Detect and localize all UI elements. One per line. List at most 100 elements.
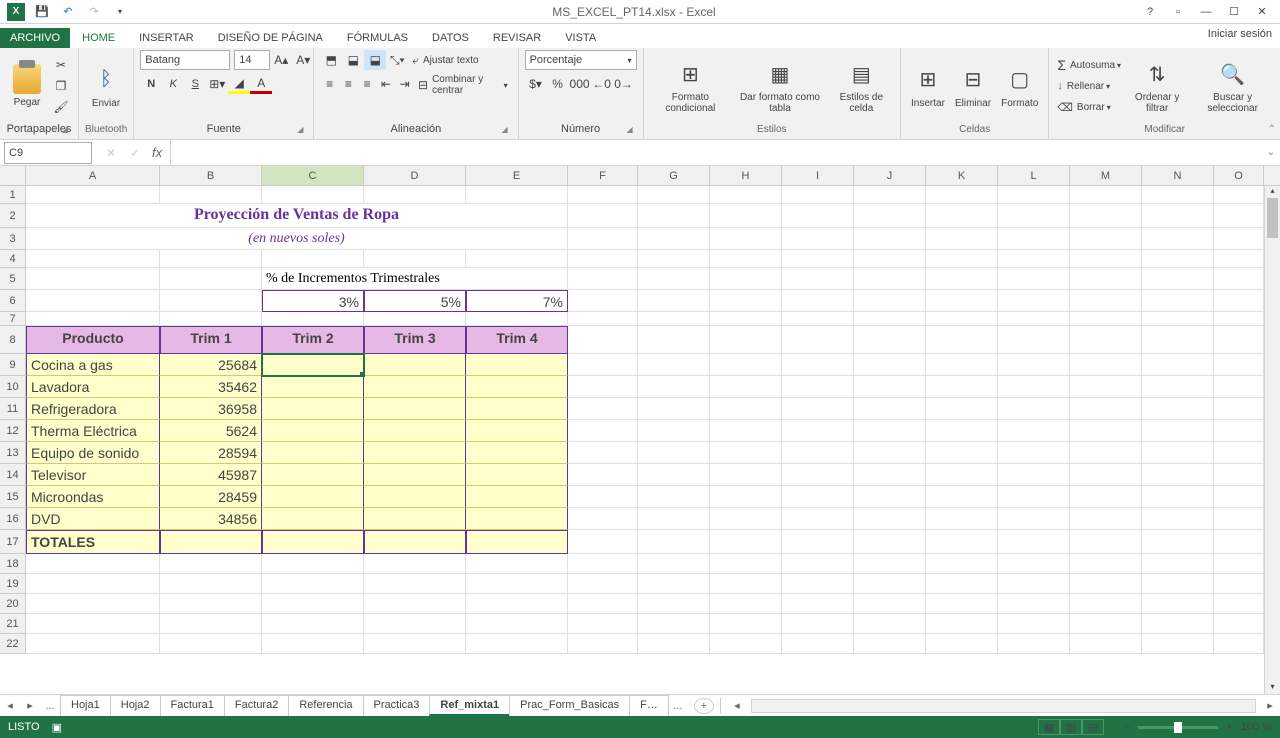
- trim3-cell[interactable]: [364, 442, 466, 464]
- trim3-cell[interactable]: [364, 420, 466, 442]
- customize-qat-button[interactable]: ▾: [108, 2, 132, 22]
- cell[interactable]: [638, 312, 710, 326]
- cell[interactable]: [26, 614, 160, 634]
- cell[interactable]: [1142, 634, 1214, 654]
- cell[interactable]: [926, 186, 998, 204]
- sheet-nav-more[interactable]: ...: [40, 700, 60, 712]
- cell[interactable]: [710, 326, 782, 354]
- cell[interactable]: [638, 376, 710, 398]
- cell[interactable]: [262, 312, 364, 326]
- cell[interactable]: [160, 268, 262, 290]
- cell[interactable]: [638, 186, 710, 204]
- cell[interactable]: [854, 614, 926, 634]
- cell[interactable]: [568, 326, 638, 354]
- cell[interactable]: [1070, 326, 1142, 354]
- sheet-nav-overflow[interactable]: ...: [668, 700, 688, 712]
- cell[interactable]: [926, 464, 998, 486]
- cell[interactable]: [926, 634, 998, 654]
- cell[interactable]: [568, 376, 638, 398]
- cell[interactable]: [1142, 250, 1214, 268]
- macro-record-icon[interactable]: ▣: [52, 721, 62, 734]
- cell[interactable]: [710, 268, 782, 290]
- cell[interactable]: [710, 186, 782, 204]
- sheet-tab[interactable]: Referencia: [288, 695, 363, 716]
- cell[interactable]: [160, 574, 262, 594]
- cell[interactable]: [1070, 290, 1142, 312]
- cell[interactable]: [262, 614, 364, 634]
- undo-button[interactable]: ↶: [56, 2, 80, 22]
- column-header-O[interactable]: O: [1214, 166, 1264, 185]
- row-header[interactable]: 22: [0, 634, 26, 654]
- cell[interactable]: [998, 326, 1070, 354]
- product-name[interactable]: Cocina a gas: [26, 354, 160, 376]
- column-header-F[interactable]: F: [568, 166, 638, 185]
- cell[interactable]: [710, 290, 782, 312]
- cell[interactable]: [1142, 574, 1214, 594]
- product-name[interactable]: Lavadora: [26, 376, 160, 398]
- cell[interactable]: [782, 442, 854, 464]
- sheet-tab[interactable]: Prac_Form_Basicas: [509, 695, 630, 716]
- cell[interactable]: [998, 376, 1070, 398]
- cell[interactable]: [1214, 486, 1264, 508]
- alignment-launcher[interactable]: ◢: [500, 125, 510, 135]
- cell[interactable]: [854, 398, 926, 420]
- accounting-format-button[interactable]: $▾: [525, 74, 547, 94]
- cell[interactable]: [568, 420, 638, 442]
- cell[interactable]: [926, 530, 998, 554]
- cell[interactable]: [926, 250, 998, 268]
- formula-input[interactable]: [171, 142, 1262, 164]
- cell[interactable]: [782, 574, 854, 594]
- cell[interactable]: [782, 464, 854, 486]
- row-header[interactable]: 7: [0, 312, 26, 326]
- trim2-cell[interactable]: [262, 486, 364, 508]
- table-header[interactable]: Trim 1: [160, 326, 262, 354]
- cell[interactable]: [926, 398, 998, 420]
- cell[interactable]: [1214, 420, 1264, 442]
- trim1-value[interactable]: 28594: [160, 442, 262, 464]
- cell[interactable]: [638, 530, 710, 554]
- cell[interactable]: [568, 268, 638, 290]
- cell[interactable]: [1214, 290, 1264, 312]
- cell[interactable]: [782, 204, 854, 228]
- cell[interactable]: [568, 614, 638, 634]
- cell[interactable]: [262, 574, 364, 594]
- cell[interactable]: [364, 594, 466, 614]
- cell[interactable]: [782, 594, 854, 614]
- sheet-tab[interactable]: Ref_mixta1: [429, 695, 510, 716]
- cell[interactable]: [782, 354, 854, 376]
- cell[interactable]: [926, 420, 998, 442]
- help-button[interactable]: ?: [1136, 2, 1164, 22]
- row-header[interactable]: 18: [0, 554, 26, 574]
- cell[interactable]: [1214, 464, 1264, 486]
- tab-data[interactable]: DATOS: [420, 28, 481, 48]
- cell[interactable]: [1142, 442, 1214, 464]
- cell[interactable]: [1070, 398, 1142, 420]
- cell[interactable]: [926, 594, 998, 614]
- trim2-cell[interactable]: [262, 464, 364, 486]
- cancel-formula-button[interactable]: ✕: [100, 143, 122, 163]
- cell[interactable]: [1214, 554, 1264, 574]
- cell[interactable]: [782, 486, 854, 508]
- sheet-subtitle[interactable]: (en nuevos soles): [26, 228, 568, 250]
- cell[interactable]: [1142, 398, 1214, 420]
- cell[interactable]: [1214, 204, 1264, 228]
- select-all-button[interactable]: [0, 166, 26, 186]
- shrink-font-button[interactable]: A▾: [292, 50, 314, 70]
- cell[interactable]: [638, 442, 710, 464]
- cell[interactable]: [1142, 326, 1214, 354]
- row-header[interactable]: 8: [0, 326, 26, 354]
- percent-format-button[interactable]: %: [547, 74, 569, 94]
- product-name[interactable]: Microondas: [26, 486, 160, 508]
- totals-cell[interactable]: [160, 530, 262, 554]
- delete-cells-button[interactable]: ⊟Eliminar: [951, 62, 995, 111]
- row-header[interactable]: 10: [0, 376, 26, 398]
- sheet-tab[interactable]: F…: [629, 695, 669, 716]
- column-header-I[interactable]: I: [782, 166, 854, 185]
- tab-insert[interactable]: INSERTAR: [127, 28, 206, 48]
- cell[interactable]: [710, 398, 782, 420]
- product-name[interactable]: Equipo de sonido: [26, 442, 160, 464]
- cell[interactable]: [710, 594, 782, 614]
- cell[interactable]: [1214, 530, 1264, 554]
- trim4-cell[interactable]: [466, 398, 568, 420]
- row-header[interactable]: 1: [0, 186, 26, 204]
